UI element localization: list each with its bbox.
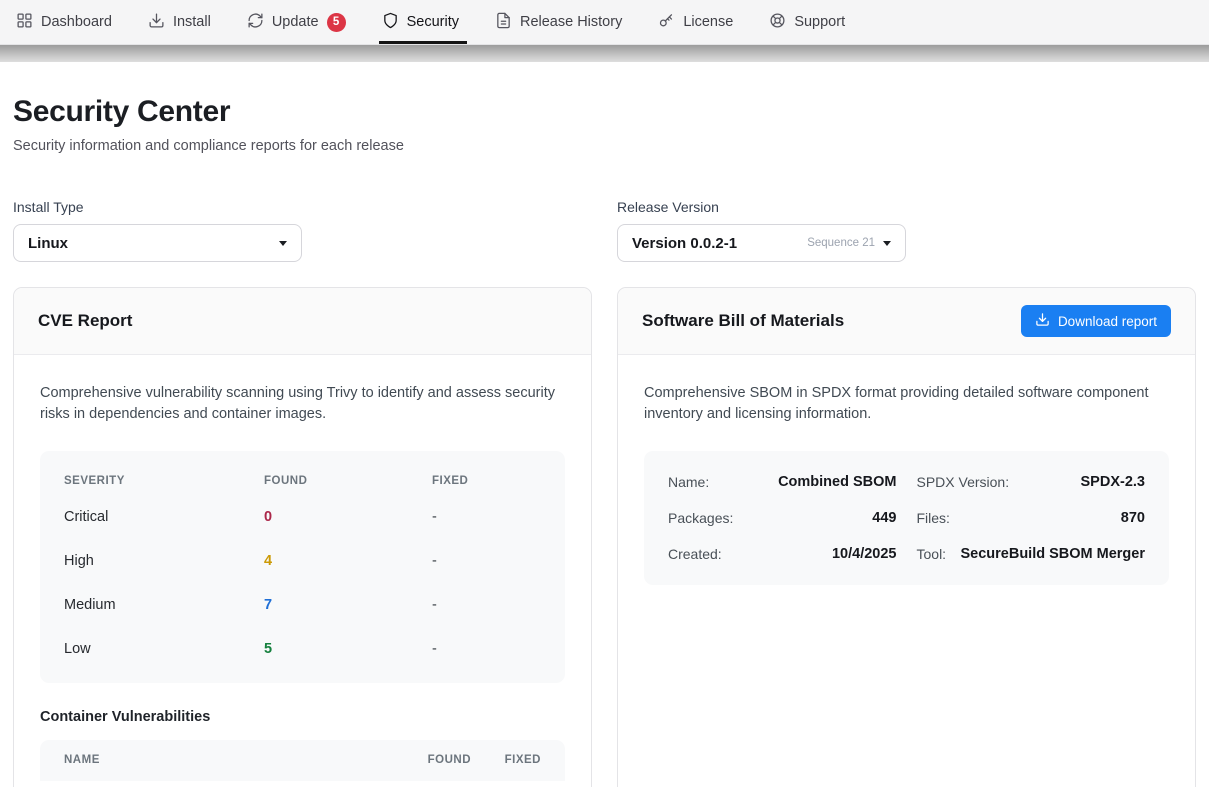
fixed-value: - (432, 641, 541, 657)
fixed-value: - (432, 553, 541, 569)
shield-icon (382, 12, 399, 33)
download-icon (148, 12, 165, 33)
sbom-detail-item: Packages: 449 (668, 500, 897, 536)
severity-label: Low (64, 641, 264, 657)
severity-label: High (64, 553, 264, 569)
detail-label: Files: (917, 510, 950, 526)
cve-report-title: CVE Report (38, 311, 132, 331)
update-count-badge: 5 (327, 13, 346, 32)
severity-label: Medium (64, 597, 264, 613)
nav-item-update[interactable]: Update 5 (247, 0, 346, 45)
detail-label: Created: (668, 546, 722, 562)
download-report-button[interactable]: Download report (1021, 305, 1171, 337)
severity-table-header: SEVERITY FOUND FIXED (64, 467, 541, 495)
release-sequence-label: Sequence 21 (807, 237, 875, 249)
release-version-value: Version 0.0.2-1 (632, 235, 807, 252)
release-version-label: Release Version (617, 199, 1196, 215)
detail-label: SPDX Version: (917, 474, 1010, 490)
found-value: 7 (264, 597, 432, 613)
sbom-detail-item: Name: Combined SBOM (668, 464, 897, 500)
chevron-down-icon (279, 241, 287, 246)
nav-item-label: License (683, 14, 733, 30)
table-row: High 4 - (64, 539, 541, 583)
found-value: 4 (264, 553, 432, 569)
detail-label: Tool: (917, 546, 947, 562)
detail-value: 870 (1121, 510, 1145, 526)
cve-report-header: CVE Report (14, 288, 591, 355)
detail-value: SPDX-2.3 (1081, 474, 1145, 490)
grid-icon (16, 12, 33, 33)
install-type-value: Linux (28, 235, 271, 252)
detail-value: SecureBuild SBOM Merger (960, 546, 1145, 562)
found-value: 0 (264, 509, 432, 525)
nav-shadow-divider (0, 45, 1209, 62)
found-value: 5 (264, 641, 432, 657)
top-navbar: Dashboard Install Update 5 Security Rele… (0, 0, 1209, 45)
nav-item-label: Security (407, 14, 459, 30)
fixed-column-header: FIXED (432, 475, 541, 487)
severity-column-header: SEVERITY (64, 475, 264, 487)
found-column-header: FOUND (381, 754, 471, 766)
found-column-header: FOUND (264, 475, 432, 487)
detail-label: Packages: (668, 510, 733, 526)
fixed-value: - (432, 597, 541, 613)
severity-table: SEVERITY FOUND FIXED Critical 0 - High 4… (40, 451, 565, 683)
nav-item-label: Support (794, 14, 845, 30)
life-buoy-icon (769, 12, 786, 33)
release-version-filter: Release Version Version 0.0.2-1 Sequence… (617, 199, 1196, 262)
nav-item-label: Dashboard (41, 14, 112, 30)
nav-item-release-history[interactable]: Release History (495, 0, 622, 45)
table-row: Low 5 - (64, 627, 541, 671)
cve-report-card: CVE Report Comprehensive vulnerability s… (13, 287, 592, 787)
sbom-title: Software Bill of Materials (642, 311, 844, 331)
severity-label: Critical (64, 509, 264, 525)
sbom-detail-item: Files: 870 (917, 500, 1146, 536)
nav-item-install[interactable]: Install (148, 0, 211, 45)
nav-item-label: Update (272, 14, 319, 30)
detail-value: 10/4/2025 (832, 546, 897, 562)
detail-value: 449 (872, 510, 896, 526)
install-type-select[interactable]: Linux (13, 224, 302, 262)
page-subtitle: Security information and compliance repo… (13, 138, 1196, 154)
install-type-label: Install Type (13, 199, 592, 215)
detail-value: Combined SBOM (778, 474, 896, 490)
container-table-header: NAME FOUND FIXED (40, 740, 565, 781)
sbom-detail-item: Created: 10/4/2025 (668, 536, 897, 572)
name-column-header: NAME (64, 754, 381, 766)
sbom-detail-item: SPDX Version: SPDX-2.3 (917, 464, 1146, 500)
fixed-column-header: FIXED (471, 754, 541, 766)
nav-item-support[interactable]: Support (769, 0, 845, 45)
sbom-description: Comprehensive SBOM in SPDX format provid… (644, 383, 1169, 426)
sbom-header: Software Bill of Materials Download repo… (618, 288, 1195, 355)
download-icon (1035, 312, 1050, 330)
file-text-icon (495, 12, 512, 33)
table-row: Medium 7 - (64, 583, 541, 627)
nav-item-label: Install (173, 14, 211, 30)
cve-report-description: Comprehensive vulnerability scanning usi… (40, 383, 565, 426)
refresh-icon (247, 12, 264, 33)
detail-label: Name: (668, 474, 709, 490)
page-title: Security Center (13, 95, 1196, 129)
nav-item-dashboard[interactable]: Dashboard (16, 0, 112, 45)
release-version-select[interactable]: Version 0.0.2-1 Sequence 21 (617, 224, 906, 262)
chevron-down-icon (883, 241, 891, 246)
nav-item-security[interactable]: Security (382, 0, 459, 45)
fixed-value: - (432, 509, 541, 525)
download-report-label: Download report (1058, 314, 1157, 329)
table-row: Critical 0 - (64, 495, 541, 539)
container-vulnerabilities-title: Container Vulnerabilities (40, 709, 565, 725)
sbom-card: Software Bill of Materials Download repo… (617, 287, 1196, 787)
key-icon (658, 12, 675, 33)
sbom-details: Name: Combined SBOM SPDX Version: SPDX-2… (644, 451, 1169, 585)
install-type-filter: Install Type Linux (13, 199, 592, 262)
nav-item-license[interactable]: License (658, 0, 733, 45)
nav-item-label: Release History (520, 14, 622, 30)
sbom-detail-item: Tool: SecureBuild SBOM Merger (917, 536, 1146, 572)
